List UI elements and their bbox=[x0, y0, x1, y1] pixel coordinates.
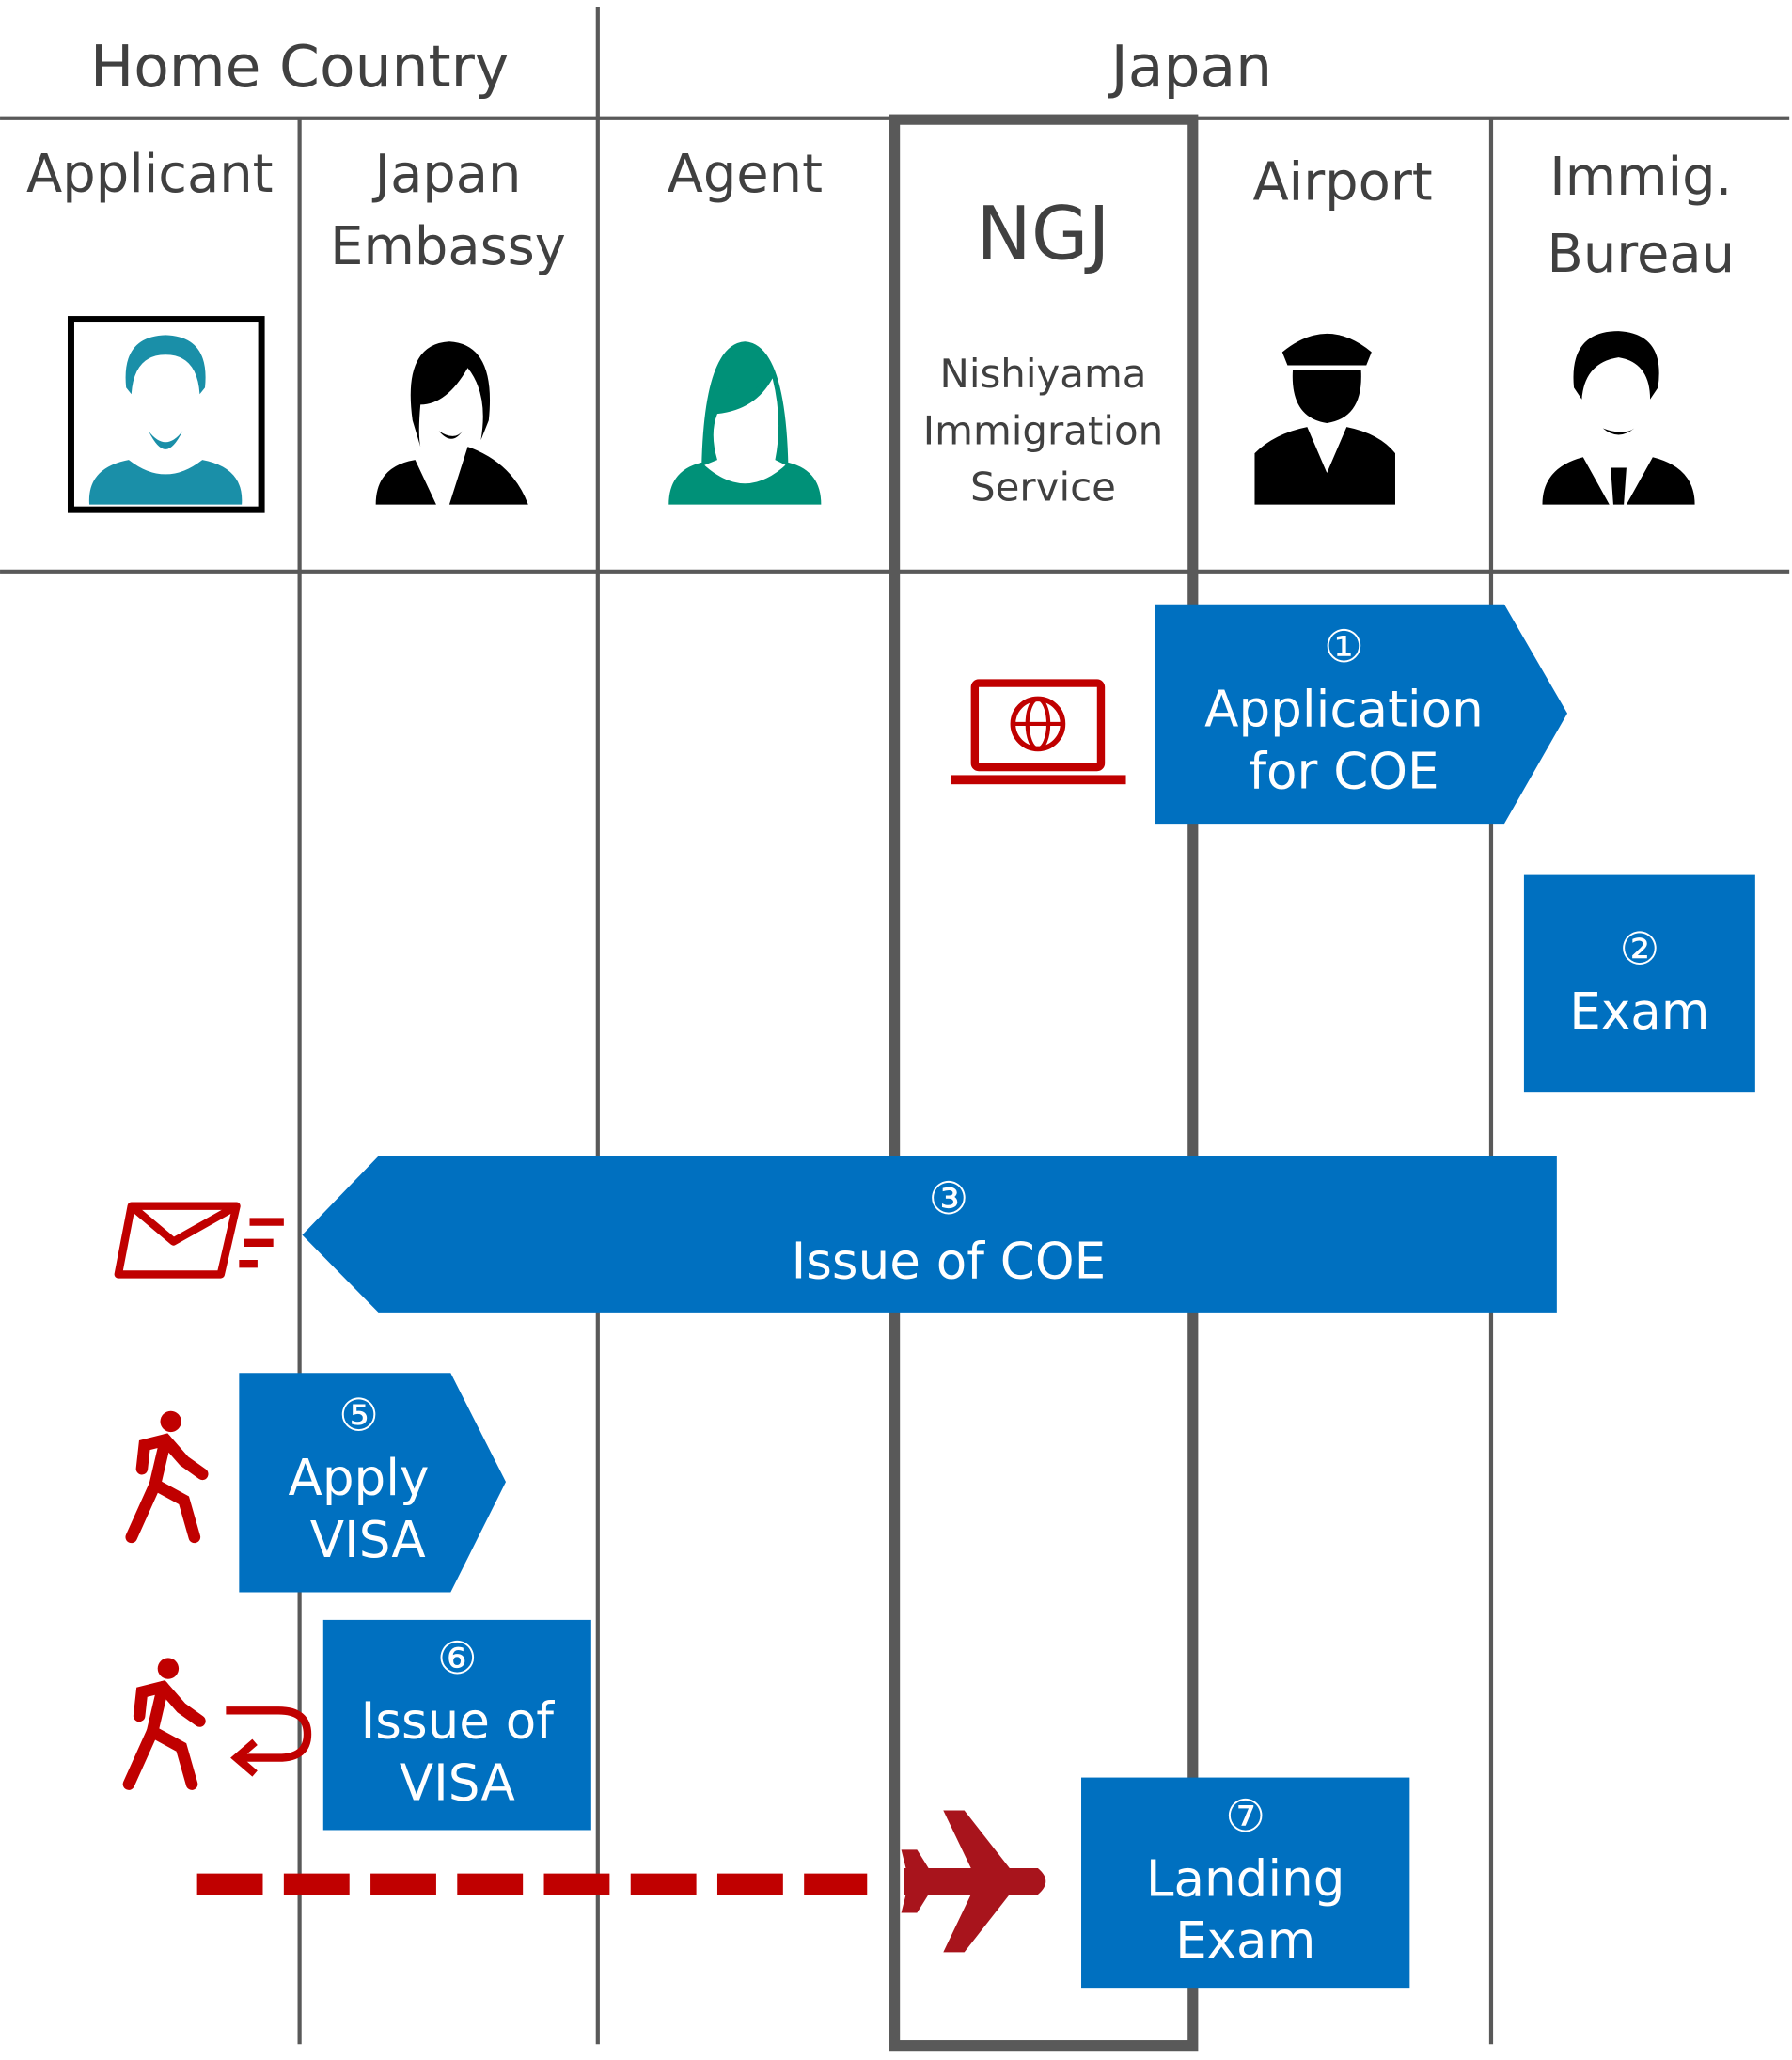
step-number: ⑦ bbox=[1225, 1791, 1265, 1843]
step-number: ⑤ bbox=[338, 1391, 379, 1442]
bureau-man-icon bbox=[1542, 331, 1695, 505]
column-agent: Agent bbox=[668, 144, 823, 205]
step-label: VISA bbox=[310, 1511, 426, 1569]
step-label: Issue of COE bbox=[792, 1233, 1107, 1291]
step-label: for COE bbox=[1249, 742, 1438, 800]
step-apply-visa: ⑤ Apply VISA bbox=[239, 1373, 506, 1593]
agent-woman-icon bbox=[668, 341, 822, 505]
step-issue-of-coe: ③ Issue of COE bbox=[302, 1156, 1557, 1313]
column-embassy-line2: Embassy bbox=[330, 216, 566, 277]
step-number: ② bbox=[1620, 924, 1660, 976]
column-applicant: Applicant bbox=[26, 144, 274, 205]
step-issue-of-visa: ⑥ Issue of VISA bbox=[322, 1619, 591, 1831]
column-bureau-line2: Bureau bbox=[1548, 224, 1736, 285]
swimlane-grid bbox=[0, 6, 1790, 2052]
ngj-subtitle-2: Immigration bbox=[923, 407, 1163, 453]
step-label: Issue of bbox=[361, 1692, 556, 1751]
region-japan: Japan bbox=[1108, 34, 1272, 101]
walking-person-icon bbox=[125, 1410, 209, 1544]
step-label: Application bbox=[1204, 681, 1484, 739]
step-label: Exam bbox=[1175, 1911, 1315, 1970]
applicant-avatar-icon bbox=[67, 316, 265, 513]
step-label: Landing bbox=[1146, 1849, 1345, 1908]
ngj-subtitle-1: Nishiyama bbox=[939, 351, 1146, 397]
step-number: ③ bbox=[929, 1173, 969, 1225]
region-home-country: Home Country bbox=[90, 34, 509, 101]
mail-icon bbox=[114, 1202, 284, 1279]
immigration-flow-diagram: Home Country Japan Applicant Japan Embas… bbox=[0, 6, 1790, 2052]
return-arrow-icon bbox=[226, 1706, 312, 1777]
column-embassy-line1: Japan bbox=[372, 144, 522, 205]
step-application-for-coe: ① Application for COE bbox=[1155, 604, 1568, 825]
airport-officer-icon bbox=[1254, 333, 1395, 505]
ngj-subtitle-3: Service bbox=[970, 464, 1116, 510]
airplane-icon bbox=[901, 1810, 1046, 1953]
laptop-globe-icon bbox=[951, 679, 1126, 785]
column-bureau-line1: Immig. bbox=[1549, 147, 1732, 208]
step-label: VISA bbox=[400, 1753, 515, 1812]
step-landing-exam: ⑦ Landing Exam bbox=[1081, 1777, 1410, 1989]
step-number: ⑥ bbox=[437, 1633, 478, 1685]
step-label: Exam bbox=[1569, 983, 1709, 1041]
walking-person-icon bbox=[122, 1658, 206, 1790]
column-ngj: NGJ bbox=[976, 191, 1109, 276]
step-exam: ② Exam bbox=[1523, 874, 1755, 1093]
step-number: ① bbox=[1324, 621, 1364, 673]
column-airport: Airport bbox=[1252, 151, 1432, 212]
embassy-woman-icon bbox=[375, 341, 528, 505]
step-label: Apply bbox=[289, 1449, 430, 1507]
